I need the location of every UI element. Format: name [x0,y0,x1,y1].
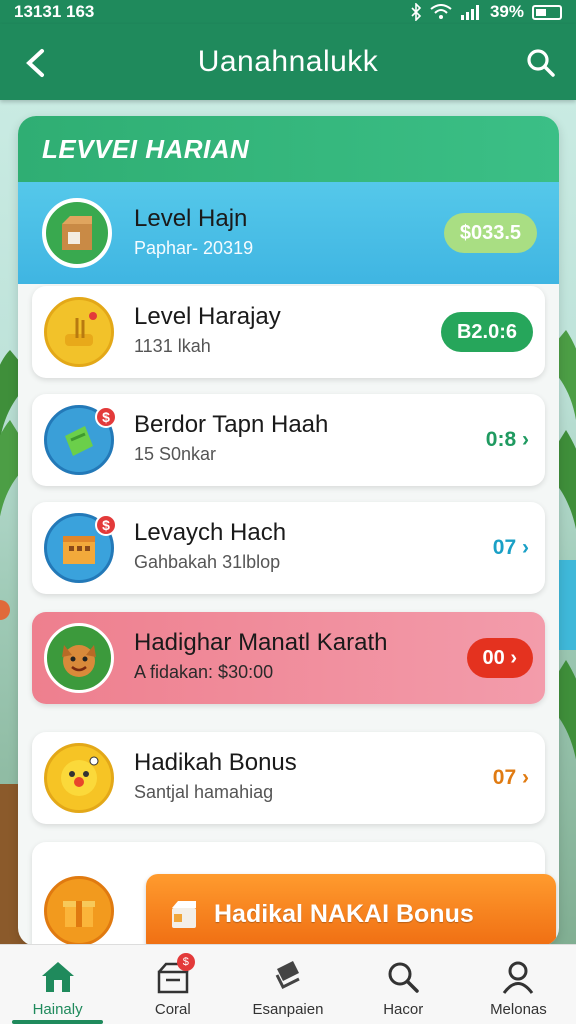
row-text: Levaych Hach Gahbakah 31lblop [134,518,286,573]
gift-icon: $ [153,953,195,997]
page-title: Uanahnalukk [197,45,379,78]
claim-bonus-button[interactable]: Hadikal NAKAI Bonus [146,874,556,946]
reward-pill[interactable]: $033.5 [443,213,537,253]
row-value-link[interactable]: 07 › [493,766,529,790]
app-header: Uanahnalukk [0,24,576,100]
nav-label: Hacor [383,1001,424,1018]
chevron-left-icon [26,49,44,77]
gift-box-icon [44,876,114,946]
row-subtitle: A fidakan: $30:00 [134,662,274,682]
status-icons: 39% [410,2,562,22]
nav-item-hacor[interactable]: Hacor [346,945,461,1024]
card-title: LEVVEI HARIAN [42,133,250,164]
daily-level-card: LEVVEI HARIAN Level Hajn Paphar- 20319 $… [18,116,559,946]
chevron-right-icon: › [504,646,517,669]
level-row[interactable]: $ Levaych Hach Gahbakah 31lblop 07 › [32,502,545,594]
nav-item-melonas[interactable]: Melonas [461,945,576,1024]
nav-label: Coral [154,1001,191,1018]
search-icon [383,957,423,997]
nav-item-home[interactable]: Hainaly [0,945,115,1024]
coin-icon [44,297,114,367]
row-subtitle: Santjal hamahiag [134,782,274,802]
home-icon [38,957,78,997]
row-text: Hadighar Manatl Karath A fidakan: $30:00 [134,628,387,683]
chevron-right-icon: › [522,766,529,789]
row-value: 0:8 [485,428,517,451]
row-title: Berdor Tapn Haah [134,411,329,438]
battery-percent: 39% [489,2,524,21]
store-box-icon: $ [44,513,117,583]
row-value: 07 [492,536,517,559]
row-subtitle: 1131 lkah [134,336,211,356]
notification-badge: $ [95,406,117,428]
row-text: Level Harajay 1131 lkah [134,302,281,357]
layers-icon [268,957,308,997]
level-row[interactable]: Hadikah Bonus Santjal hamahiag 07 › [32,732,545,824]
level-row-featured[interactable]: Level Hajn Paphar- 20319 $033.5 [18,182,559,284]
notification-badge: $ [176,953,195,971]
row-subtitle: Paphar- 20319 [134,238,254,258]
row-title: Hadighar Manatl Karath [134,629,388,656]
bonus-row: Hadikal NAKAI Bonus [32,842,556,946]
row-value-link[interactable]: 0:8 › [486,428,529,452]
bonus-button-label: Hadikal NAKAI Bonus [214,899,474,928]
status-time: 13131 163 [14,2,95,21]
row-value-link[interactable]: 07 › [493,536,529,560]
row-subtitle: Gahbakah 31lblop [134,552,281,572]
search-button[interactable] [522,44,560,82]
signal-icon [460,5,479,20]
nav-label: Hainaly [32,1001,83,1018]
reward-box-icon [172,901,196,928]
row-title: Hadikah Bonus [134,749,297,776]
nav-label: Melonas [490,1001,547,1018]
level-row[interactable]: $ Berdor Tapn Haah 15 S0nkar 0:8 › [32,394,545,486]
row-title: Level Harajay [134,303,281,330]
nav-label: Esanpaien [252,1001,324,1018]
row-text: Berdor Tapn Haah 15 S0nkar [134,410,328,465]
status-bar: 13131 163 39% [0,0,576,24]
chevron-right-icon: › [522,536,529,559]
profile-icon [498,957,538,997]
search-icon [527,49,555,77]
bottom-nav: Hainaly $ Coral Esanpaien Hacor Melonas [0,944,576,1024]
row-text: Level Hajn Paphar- 20319 [134,204,253,259]
level-row[interactable]: Level Harajay 1131 lkah B2.0:6 [32,286,545,378]
chevron-right-icon: › [522,428,529,451]
level-row-highlight[interactable]: Hadighar Manatl Karath A fidakan: $30:00… [32,612,545,704]
row-value: 07 [492,766,517,789]
row-text: Hadikah Bonus Santjal hamahiag [134,748,297,803]
bluetooth-icon [411,3,422,21]
reward-pill[interactable]: 00 › [466,638,533,678]
box-icon [42,198,112,268]
mascot-icon [44,623,114,693]
card-header: LEVVEI HARIAN [18,116,559,182]
pill-value: 00 [482,646,505,669]
battery-icon [532,4,562,20]
row-subtitle: 15 S0nkar [134,444,217,464]
row-title: Level Hajn [134,205,248,232]
row-title: Levaych Hach [134,519,287,546]
reward-pill[interactable]: B2.0:6 [440,312,533,352]
notification-badge: $ [95,514,117,536]
wifi-icon [430,4,452,19]
back-button[interactable] [18,46,52,80]
nav-item-coral[interactable]: $ Coral [115,945,230,1024]
smiley-coin-icon [44,743,114,813]
nav-item-esanpaien[interactable]: Esanpaien [230,945,345,1024]
ticket-icon: $ [44,405,117,475]
